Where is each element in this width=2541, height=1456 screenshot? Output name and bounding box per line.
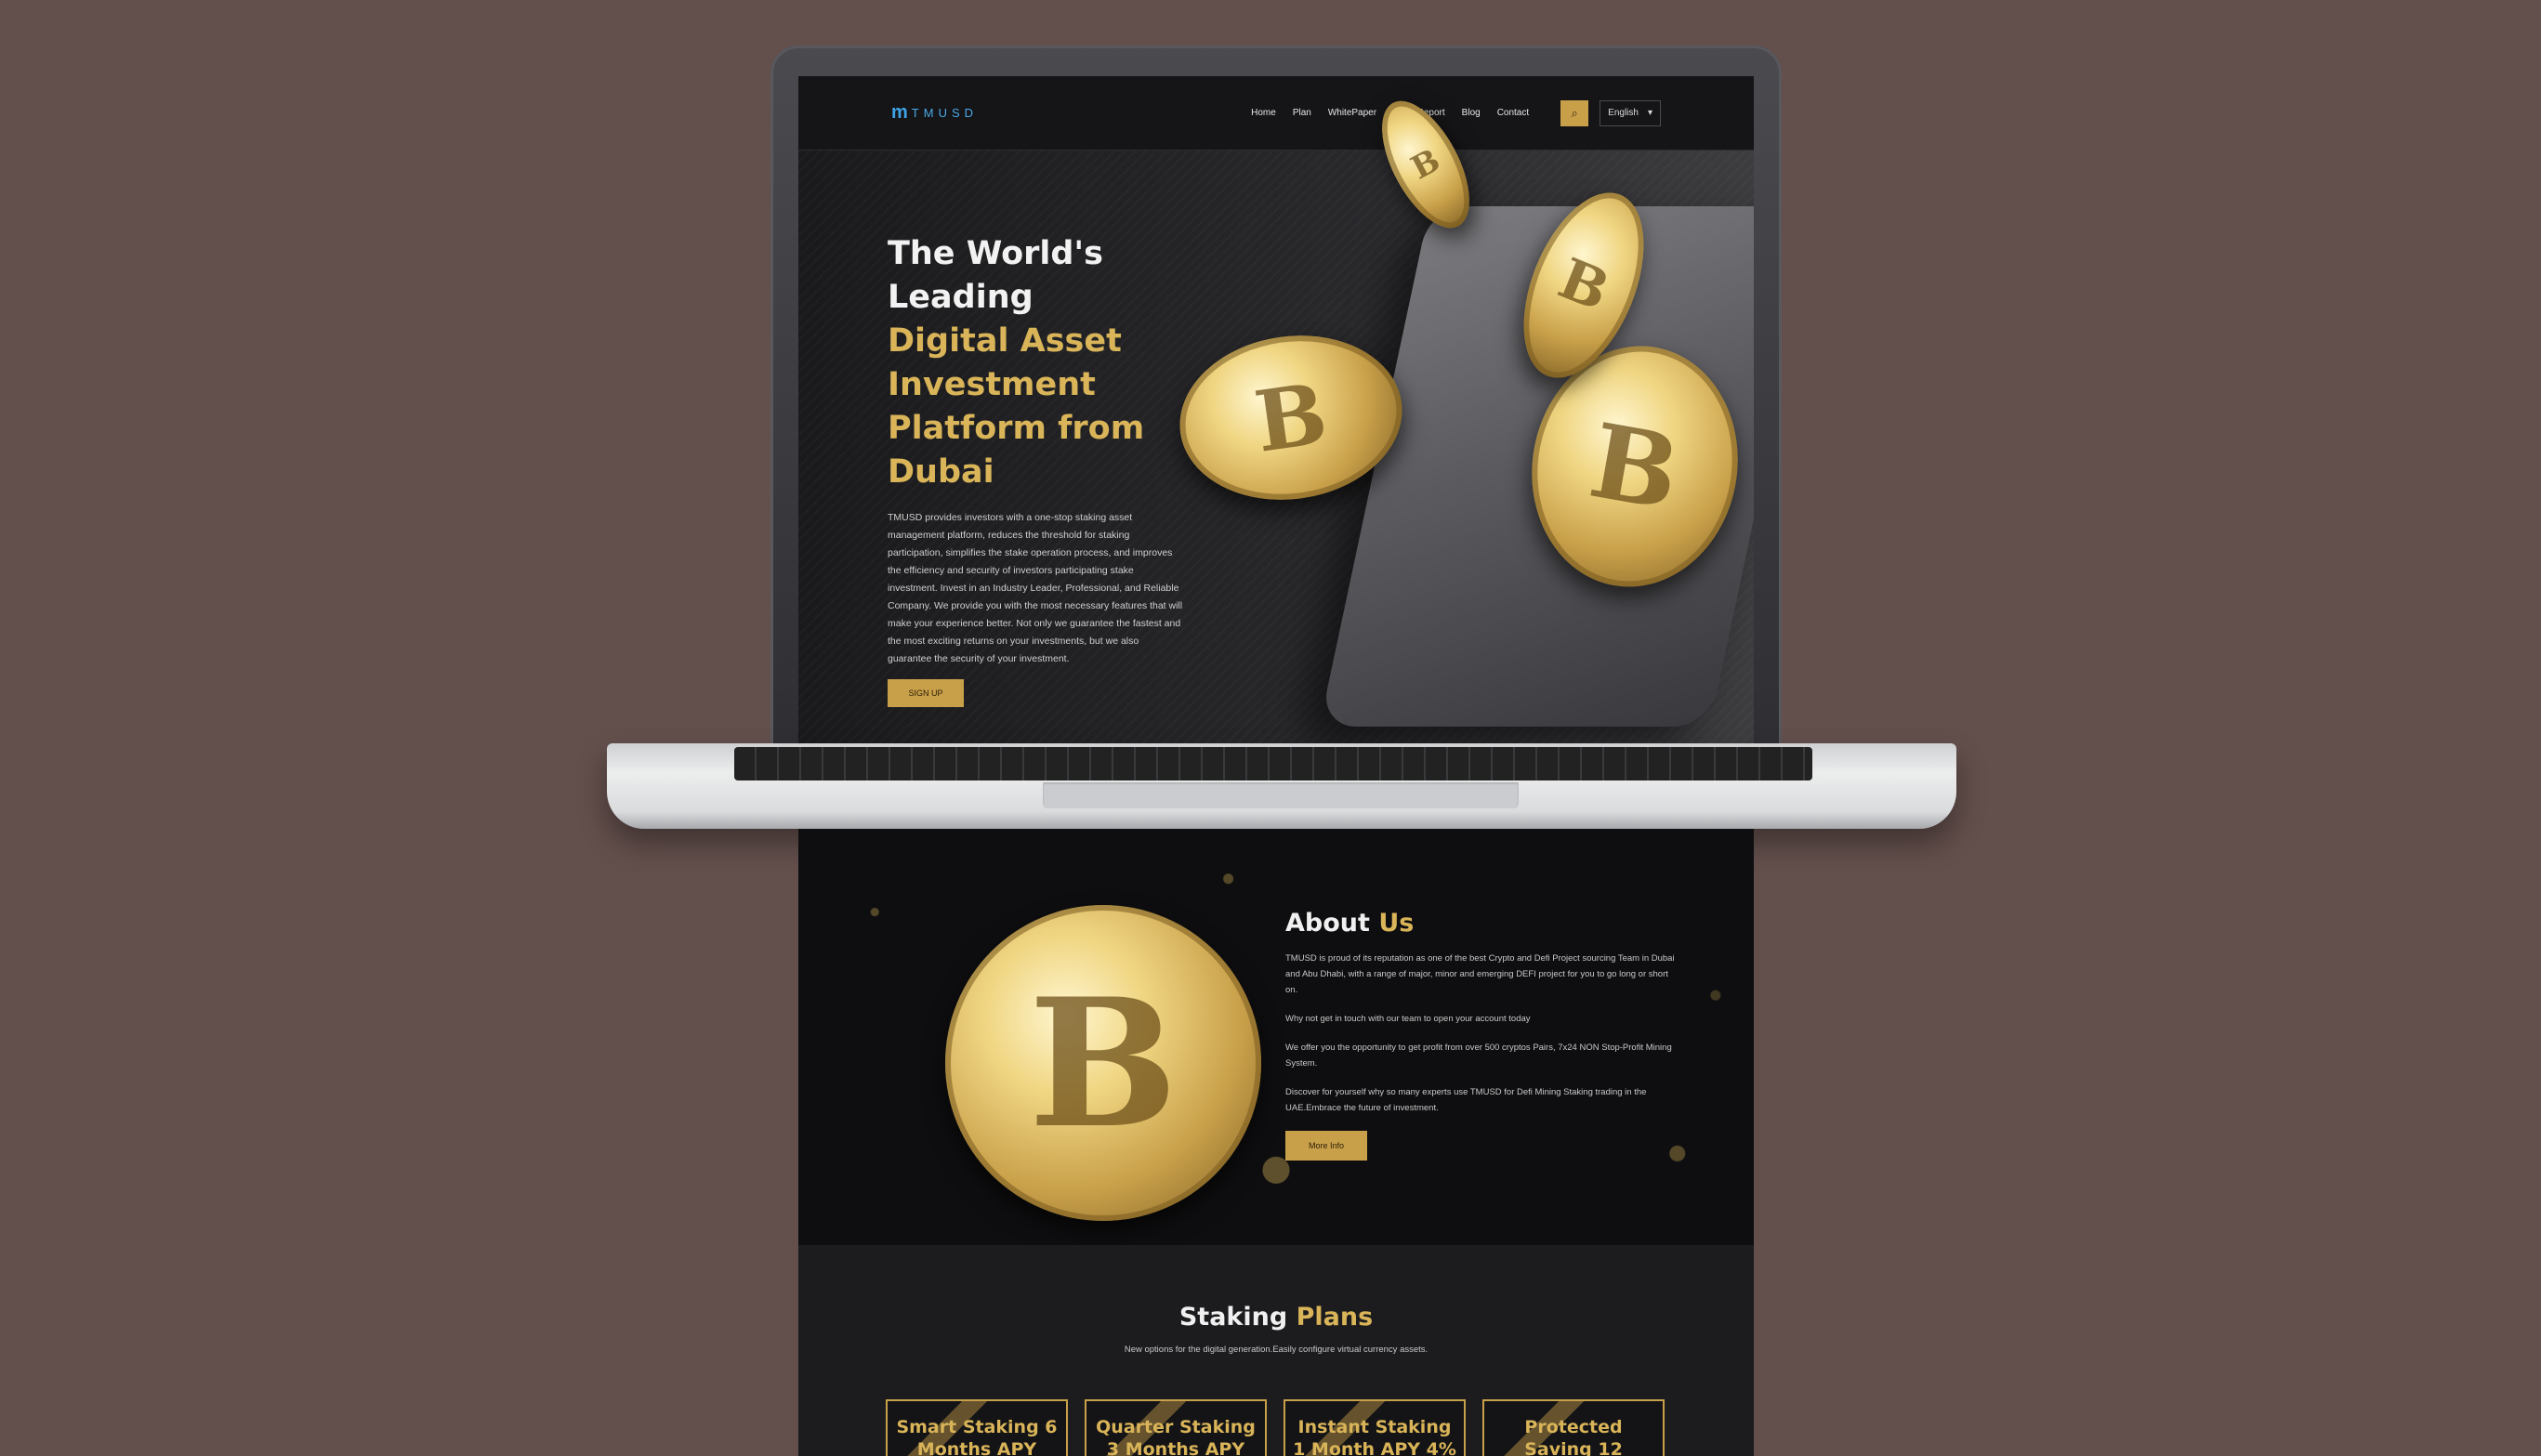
hero-text: The World's Leading Digital Asset Invest…	[888, 232, 1194, 707]
page-continuation: B About Us TMUSD is proud of its reputat…	[798, 829, 1754, 1456]
about-title: About Us	[1285, 909, 1415, 938]
about-paragraph: Why not get in touch with our team to op…	[1285, 1014, 1531, 1024]
about-section: B About Us TMUSD is proud of its reputat…	[798, 829, 1754, 1245]
plans-title: Staking Plans	[1178, 1303, 1374, 1331]
plan-card-smart-staking[interactable]: Smart Staking 6 Months APY	[886, 1399, 1068, 1456]
language-value: English	[1608, 108, 1639, 118]
staking-plans-section: Staking Plans New options for the digita…	[798, 1245, 1754, 1456]
about-paragraph: Discover for yourself why so many expert…	[1285, 1087, 1647, 1113]
nav-plan[interactable]: Plan	[1293, 108, 1311, 118]
plan-card-instant-staking[interactable]: Instant Staking 1 Month APY 4%	[1284, 1399, 1466, 1456]
logo-icon: m	[891, 102, 908, 123]
nav-home[interactable]: Home	[1251, 108, 1276, 118]
about-text: About Us TMUSD is proud of its reputatio…	[1285, 909, 1676, 1161]
nav-blog[interactable]: Blog	[1462, 108, 1481, 118]
site-logo[interactable]: m TMUSD	[891, 102, 978, 124]
bitcoin-coin-icon: B	[945, 905, 1261, 1221]
mockup-stage: m TMUSD Home Plan WhitePaper Audit Repor…	[0, 0, 2541, 1456]
sign-up-button[interactable]: SIGN UP	[888, 679, 964, 707]
plans-subtitle: New options for the digital generation.E…	[1124, 1345, 1428, 1355]
more-info-button[interactable]: More Info	[1285, 1131, 1367, 1161]
about-paragraph: TMUSD is proud of its reputation as one …	[1285, 953, 1675, 995]
plan-card-protected-saving[interactable]: Protected Saving 12	[1482, 1399, 1665, 1456]
site-header: m TMUSD Home Plan WhitePaper Audit Repor…	[798, 76, 1754, 151]
about-paragraph: We offer you the opportunity to get prof…	[1285, 1043, 1672, 1069]
nav-contact[interactable]: Contact	[1497, 108, 1529, 118]
laptop-trackpad	[1043, 782, 1519, 808]
logo-text: TMUSD	[911, 106, 979, 120]
search-icon: ⌕	[1571, 105, 1578, 120]
plan-cards: Smart Staking 6 Months APY Quarter Staki…	[886, 1399, 1665, 1456]
laptop-screen: m TMUSD Home Plan WhitePaper Audit Repor…	[798, 76, 1754, 743]
nav-whitepaper[interactable]: WhitePaper	[1328, 108, 1376, 118]
plan-card-quarter-staking[interactable]: Quarter Staking 3 Months APY	[1085, 1399, 1267, 1456]
hero-title: The World's Leading Digital Asset Invest…	[888, 235, 1145, 491]
hero-section: B B B B The World's Leading Digital Asse…	[798, 87, 1754, 743]
search-button[interactable]: ⌕	[1560, 99, 1589, 126]
hero-description: TMUSD provides investors with a one-stop…	[888, 512, 1183, 664]
language-select[interactable]: English ▾	[1600, 99, 1661, 126]
chevron-down-icon: ▾	[1647, 108, 1652, 118]
laptop-keyboard	[734, 747, 1812, 780]
